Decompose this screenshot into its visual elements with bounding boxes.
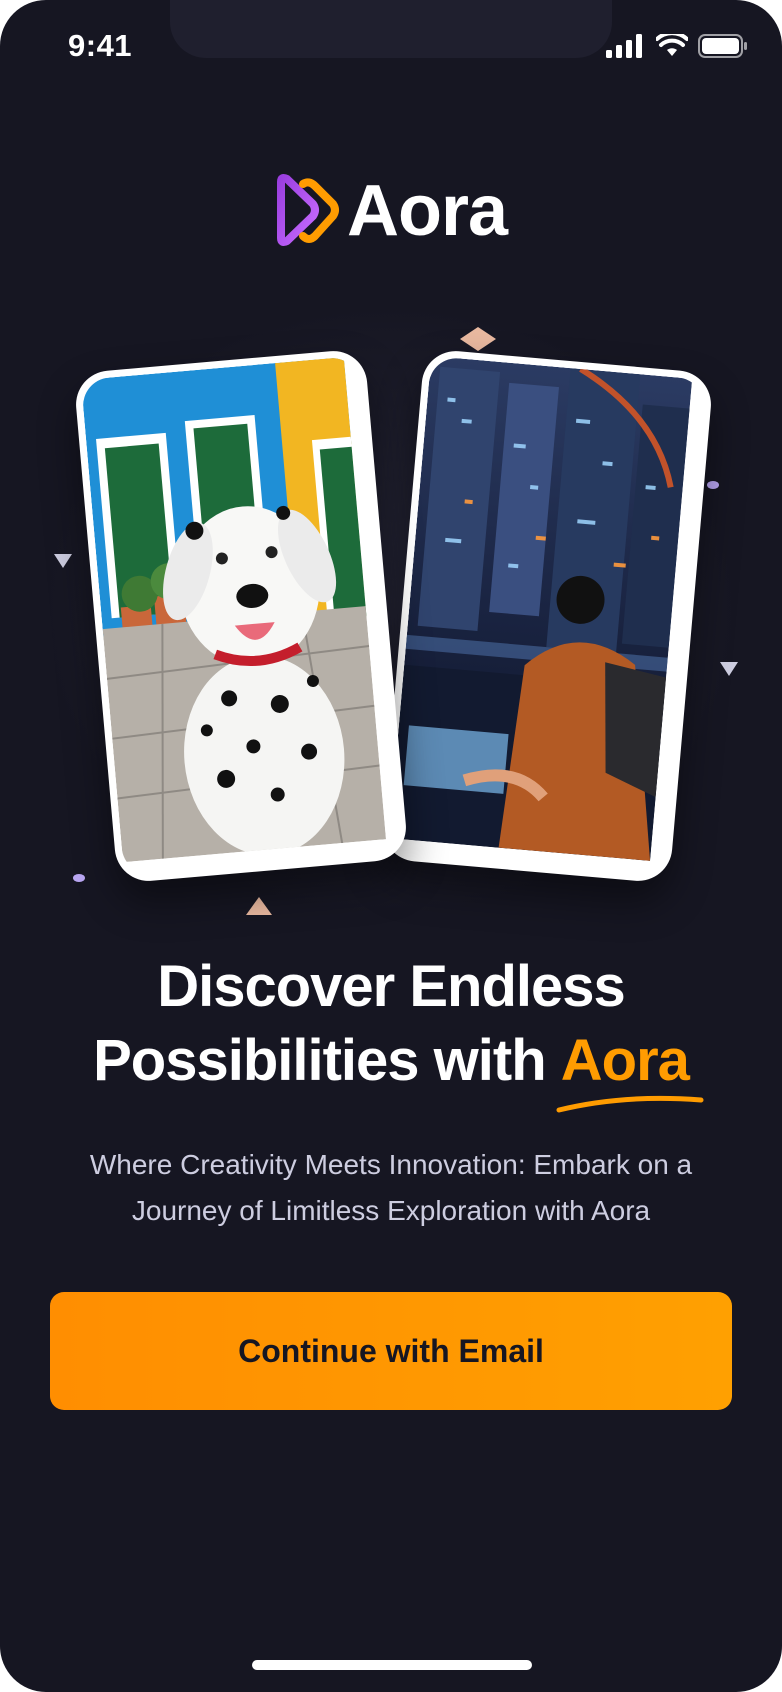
headline-line-2-prefix: Possibilities with bbox=[93, 1028, 561, 1093]
headline-line-1: Discover Endless bbox=[157, 954, 626, 1019]
subtitle: Where Creativity Meets Innovation: Embar… bbox=[89, 1149, 693, 1226]
wifi-icon bbox=[656, 34, 688, 56]
accent-underline-icon bbox=[556, 1095, 704, 1113]
headline-accent-text: Aora bbox=[560, 1028, 690, 1093]
dalmatian-dog-photo bbox=[80, 356, 401, 876]
headline-accent: Aora bbox=[556, 1024, 704, 1113]
hero-card-dog bbox=[73, 348, 409, 884]
brand-name: Aora bbox=[346, 171, 508, 251]
status-time: 9:41 bbox=[68, 28, 133, 63]
dot-shape-icon bbox=[707, 481, 719, 489]
hero-card-city bbox=[380, 348, 714, 884]
device-notch bbox=[170, 0, 612, 58]
headline: Discover Endless Possibilities with Aora bbox=[0, 950, 782, 1113]
status-icons bbox=[606, 34, 748, 58]
onboarding-screen: 9:41 Aora Discover Endless Possibilities… bbox=[0, 0, 782, 1692]
cyberpunk-city-photo bbox=[388, 355, 706, 876]
home-indicator bbox=[252, 1660, 532, 1670]
continue-with-email-button[interactable]: Continue with Email bbox=[50, 1292, 732, 1410]
cellular-signal-icon bbox=[606, 34, 642, 58]
dot-shape-icon bbox=[73, 874, 85, 882]
dog-illustration bbox=[80, 357, 387, 863]
triangle-shape-icon bbox=[246, 897, 272, 915]
city-illustration bbox=[389, 355, 693, 861]
triangle-shape-icon bbox=[720, 662, 738, 676]
triangle-shape-icon bbox=[54, 554, 72, 568]
battery-icon bbox=[698, 34, 747, 58]
brand-logo: Aora bbox=[0, 170, 782, 252]
diamond-shape-icon bbox=[460, 327, 496, 351]
aora-logo-icon bbox=[276, 174, 339, 246]
headline-line-2: Possibilities with Aora bbox=[0, 1024, 782, 1113]
